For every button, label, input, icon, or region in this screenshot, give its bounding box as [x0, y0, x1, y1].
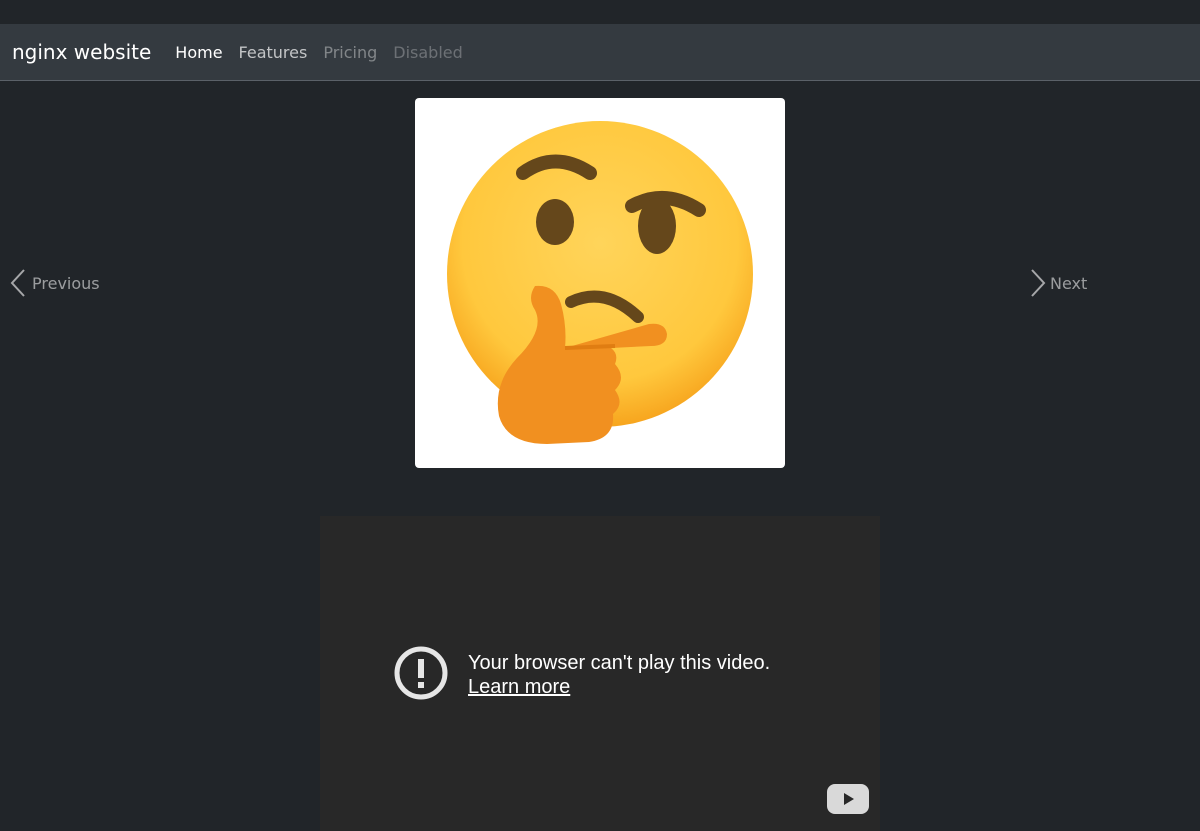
exclamation-circle-icon [394, 646, 448, 704]
video-error-text: Your browser can't play this video. Lear… [468, 651, 770, 699]
top-strip [0, 0, 1200, 24]
carousel-previous-control[interactable]: Previous [6, 266, 100, 300]
navbar: nginx website Home Features Pricing Disa… [0, 24, 1200, 81]
nav-link-features[interactable]: Features [231, 43, 316, 62]
carousel-slide-image [415, 98, 785, 468]
navbar-brand[interactable]: nginx website [12, 40, 151, 64]
carousel-next-label: Next [1050, 273, 1088, 293]
learn-more-link[interactable]: Learn more [468, 675, 770, 699]
chevron-left-icon [6, 266, 32, 300]
nav-link-disabled: Disabled [393, 42, 463, 62]
youtube-play-icon[interactable] [827, 784, 869, 818]
video-error-message: Your browser can't play this video. [468, 652, 771, 674]
video-embed[interactable]: Your browser can't play this video. Lear… [320, 516, 880, 831]
carousel-next-control[interactable]: Next [1024, 266, 1087, 300]
chevron-right-icon [1024, 266, 1050, 300]
nav-link-pricing[interactable]: Pricing [315, 43, 385, 62]
thinking-face-emoji-icon [447, 121, 753, 444]
carousel: Previous Next [0, 81, 1200, 481]
nav-link-home[interactable]: Home [167, 43, 230, 62]
carousel-previous-label: Previous [32, 273, 100, 293]
video-error: Your browser can't play this video. Lear… [394, 646, 770, 704]
